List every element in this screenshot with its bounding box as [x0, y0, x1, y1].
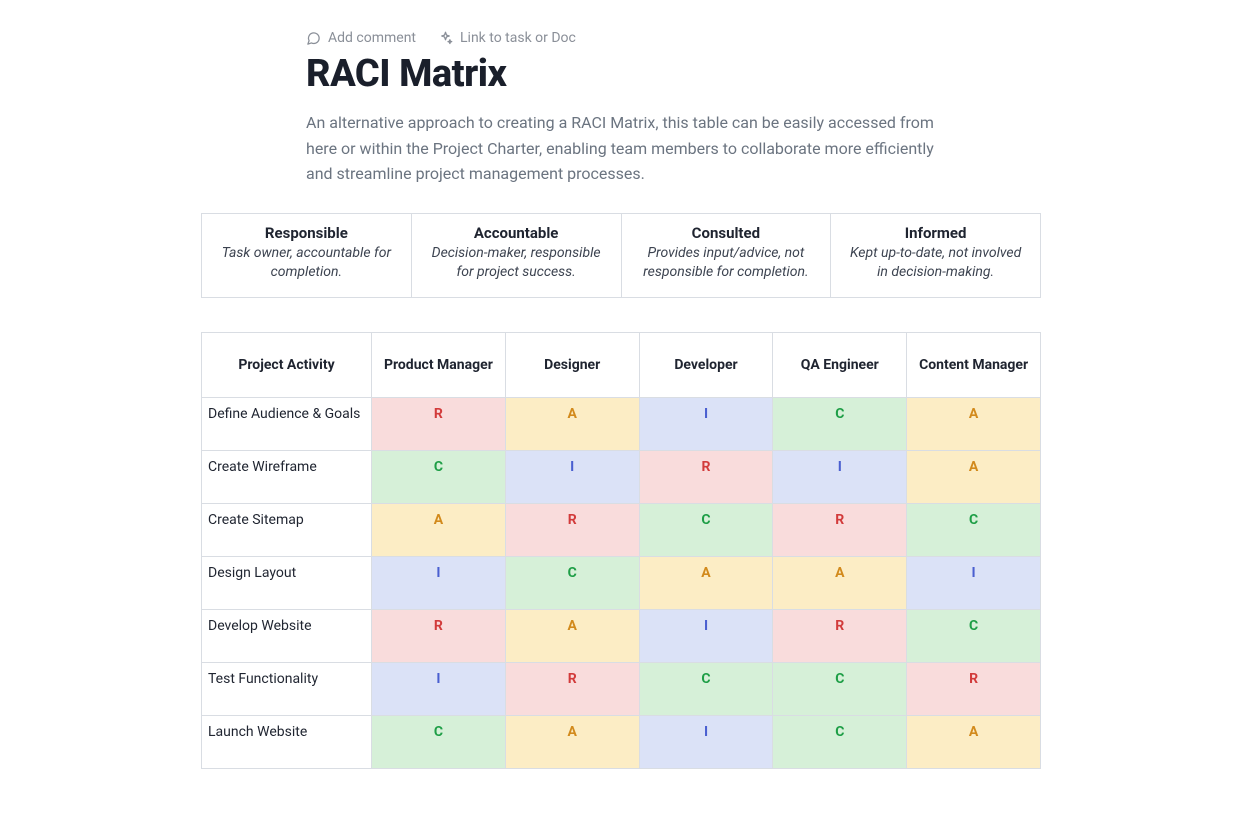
- raci-cell: A: [773, 556, 907, 609]
- raci-cell: R: [372, 609, 506, 662]
- raci-cell: A: [505, 397, 639, 450]
- legend-title: Accountable: [424, 224, 609, 242]
- table-row: Create SitemapARCRC: [202, 503, 1041, 556]
- table-row: Develop WebsiteRAIRC: [202, 609, 1041, 662]
- raci-cell: I: [372, 662, 506, 715]
- matrix-header-role: QA Engineer: [773, 332, 907, 397]
- legend-cell: Informed Kept up-to-date, not involved in…: [831, 213, 1041, 297]
- table-row: Launch WebsiteCAICA: [202, 715, 1041, 768]
- raci-cell: R: [773, 503, 907, 556]
- legend-cell: Accountable Decision-maker, responsible f…: [411, 213, 621, 297]
- activity-cell: Define Audience & Goals: [202, 397, 372, 450]
- raci-cell: C: [907, 609, 1041, 662]
- legend-title: Consulted: [634, 224, 819, 242]
- raci-cell: A: [505, 715, 639, 768]
- page-title: RACI Matrix: [306, 52, 936, 96]
- raci-cell: I: [773, 450, 907, 503]
- add-comment-label: Add comment: [328, 30, 416, 46]
- raci-cell: C: [639, 662, 773, 715]
- legend-cell: Consulted Provides input/advice, not resp…: [621, 213, 831, 297]
- comment-icon: [306, 31, 321, 46]
- raci-cell: A: [639, 556, 773, 609]
- raci-legend-table: Responsible Task owner, accountable for c…: [201, 213, 1041, 298]
- matrix-header-role: Developer: [639, 332, 773, 397]
- activity-cell: Design Layout: [202, 556, 372, 609]
- raci-cell: C: [372, 715, 506, 768]
- table-row: Define Audience & GoalsRAICA: [202, 397, 1041, 450]
- legend-cell: Responsible Task owner, accountable for c…: [202, 213, 412, 297]
- raci-cell: R: [505, 662, 639, 715]
- raci-cell: C: [372, 450, 506, 503]
- page-description: An alternative approach to creating a RA…: [306, 110, 936, 187]
- raci-cell: R: [907, 662, 1041, 715]
- link-task-button[interactable]: Link to task or Doc: [438, 30, 576, 46]
- raci-cell: A: [372, 503, 506, 556]
- activity-cell: Launch Website: [202, 715, 372, 768]
- raci-cell: R: [773, 609, 907, 662]
- matrix-header-activity: Project Activity: [202, 332, 372, 397]
- raci-cell: R: [505, 503, 639, 556]
- raci-cell: I: [505, 450, 639, 503]
- raci-cell: A: [907, 450, 1041, 503]
- raci-cell: I: [639, 397, 773, 450]
- raci-cell: I: [372, 556, 506, 609]
- raci-cell: R: [372, 397, 506, 450]
- activity-cell: Create Sitemap: [202, 503, 372, 556]
- matrix-header-role: Product Manager: [372, 332, 506, 397]
- legend-title: Informed: [843, 224, 1028, 242]
- raci-cell: C: [773, 662, 907, 715]
- add-comment-button[interactable]: Add comment: [306, 30, 416, 46]
- raci-cell: A: [907, 397, 1041, 450]
- raci-cell: C: [505, 556, 639, 609]
- raci-cell: A: [907, 715, 1041, 768]
- raci-cell: I: [907, 556, 1041, 609]
- matrix-header-role: Content Manager: [907, 332, 1041, 397]
- raci-cell: R: [639, 450, 773, 503]
- raci-cell: C: [639, 503, 773, 556]
- raci-cell: I: [639, 715, 773, 768]
- doc-toolbar: Add comment Link to task or Doc: [306, 30, 936, 46]
- activity-cell: Develop Website: [202, 609, 372, 662]
- legend-subtitle: Kept up-to-date, not involved in decisio…: [843, 244, 1028, 283]
- table-row: Create WireframeCIRIA: [202, 450, 1041, 503]
- activity-cell: Create Wireframe: [202, 450, 372, 503]
- legend-subtitle: Provides input/advice, not responsible f…: [634, 244, 819, 283]
- raci-matrix-table: Project ActivityProduct ManagerDesignerD…: [201, 332, 1041, 769]
- table-row: Design LayoutICAAI: [202, 556, 1041, 609]
- link-task-label: Link to task or Doc: [460, 30, 576, 46]
- activity-cell: Test Functionality: [202, 662, 372, 715]
- sparkle-icon: [438, 31, 453, 46]
- raci-cell: C: [773, 715, 907, 768]
- matrix-header-role: Designer: [505, 332, 639, 397]
- raci-cell: C: [907, 503, 1041, 556]
- raci-cell: I: [639, 609, 773, 662]
- raci-cell: A: [505, 609, 639, 662]
- raci-cell: C: [773, 397, 907, 450]
- legend-title: Responsible: [214, 224, 399, 242]
- table-row: Test FunctionalityIRCCR: [202, 662, 1041, 715]
- legend-subtitle: Decision-maker, responsible for project …: [424, 244, 609, 283]
- legend-subtitle: Task owner, accountable for completion.: [214, 244, 399, 283]
